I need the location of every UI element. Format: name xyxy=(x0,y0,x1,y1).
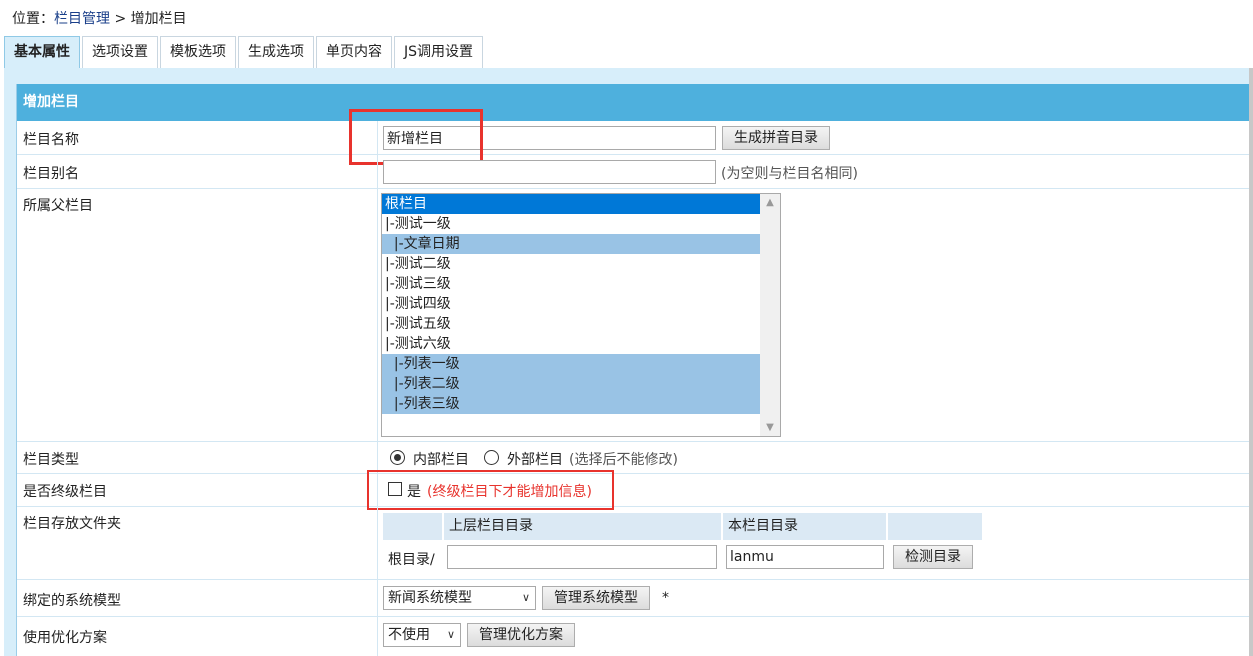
parent-category-option[interactable]: |-列表二级 xyxy=(382,374,760,394)
form-table: 增加栏目 栏目名称 生成拼音目录 栏目别名 (为空则与栏目名相同) 所属父栏目 … xyxy=(16,84,1253,656)
parent-category-option[interactable]: 根栏目 xyxy=(382,194,760,214)
folder-header-self: 本栏目目录 xyxy=(723,513,886,540)
tab-bar: 基本属性 选项设置 模板选项 生成选项 单页内容 JS调用设置 xyxy=(4,36,485,70)
listbox-scrollbar[interactable]: ▲ ▼ xyxy=(760,194,780,436)
parent-category-option[interactable]: |-测试四级 xyxy=(382,294,760,314)
category-folder-label: 栏目存放文件夹 xyxy=(23,516,121,532)
parent-category-option[interactable]: |-测试六级 xyxy=(382,334,760,354)
parent-dir-input[interactable] xyxy=(447,545,717,569)
panel-title: 增加栏目 xyxy=(17,84,1253,121)
form-panel: 增加栏目 栏目名称 生成拼音目录 栏目别名 (为空则与栏目名相同) 所属父栏目 … xyxy=(4,68,1253,656)
breadcrumb-prefix: 位置： xyxy=(12,11,54,27)
system-model-select[interactable]: 新闻系统模型 ∨ xyxy=(383,586,536,610)
system-model-selected: 新闻系统模型 xyxy=(388,590,472,606)
row-final-category: 是否终级栏目 是 (终级栏目下才能增加信息) xyxy=(17,470,1253,510)
category-alias-input[interactable] xyxy=(383,160,716,184)
check-dir-button[interactable]: 检测目录 xyxy=(893,545,973,569)
row-category-type: 栏目类型 内部栏目 外部栏目 (选择后不能修改) xyxy=(17,442,1253,474)
scroll-up-icon[interactable]: ▲ xyxy=(760,194,780,211)
tab-generate-options[interactable]: 生成选项 xyxy=(238,36,314,68)
row-parent-category: 所属父栏目 根栏目 |-测试一级 |-文章日期 |-测试二级 |-测试三级 |-测试四级… xyxy=(17,189,1253,442)
row-optimize-plan: 使用优化方案 不使用 ∨ 管理优化方案 xyxy=(17,617,1253,656)
parent-category-option[interactable]: |-测试五级 xyxy=(382,314,760,334)
category-alias-label: 栏目别名 xyxy=(23,166,79,182)
parent-category-option[interactable]: |-测试三级 xyxy=(382,274,760,294)
root-dir-prefix: 根目录/ xyxy=(388,552,435,568)
row-category-name: 栏目名称 生成拼音目录 xyxy=(17,109,1253,165)
category-name-label: 栏目名称 xyxy=(23,132,79,148)
page-scrollbar[interactable] xyxy=(1249,68,1253,656)
highlight-box-final xyxy=(367,470,614,510)
folder-header-blank-right xyxy=(888,513,982,540)
optimize-plan-selected: 不使用 xyxy=(388,627,430,643)
category-type-label: 栏目类型 xyxy=(23,452,79,468)
parent-category-option[interactable]: |-列表三级 xyxy=(382,394,760,414)
optimize-plan-select[interactable]: 不使用 ∨ xyxy=(383,623,461,647)
manage-optimize-plan-button[interactable]: 管理优化方案 xyxy=(467,623,575,647)
tab-js-call-settings[interactable]: JS调用设置 xyxy=(394,36,484,68)
row-category-folder: 栏目存放文件夹 上层栏目目录 本栏目目录 根目录/ 检测目录 xyxy=(17,507,1253,580)
row-system-model: 绑定的系统模型 新闻系统模型 ∨ 管理系统模型 * xyxy=(17,580,1253,617)
generate-pinyin-dir-button[interactable]: 生成拼音目录 xyxy=(722,126,830,150)
optimize-plan-label: 使用优化方案 xyxy=(23,630,107,646)
required-mark: * xyxy=(662,590,669,606)
category-alias-hint: (为空则与栏目名相同) xyxy=(721,166,858,182)
parent-category-option[interactable]: |-测试二级 xyxy=(382,254,760,274)
category-dir-input[interactable] xyxy=(726,545,884,569)
tab-single-page-content[interactable]: 单页内容 xyxy=(316,36,392,68)
radio-external-category[interactable] xyxy=(484,450,499,465)
tab-template-options[interactable]: 模板选项 xyxy=(160,36,236,68)
breadcrumb-separator: > xyxy=(110,11,131,27)
radio-internal-category[interactable] xyxy=(390,450,405,465)
parent-category-option[interactable]: |-测试一级 xyxy=(382,214,760,234)
system-model-label: 绑定的系统模型 xyxy=(23,593,121,609)
breadcrumb-current: 增加栏目 xyxy=(130,11,187,27)
parent-category-option[interactable]: |-文章日期 xyxy=(382,234,760,254)
breadcrumb: 位置：栏目管理 > 增加栏目 xyxy=(12,8,187,28)
parent-category-listbox[interactable]: 根栏目 |-测试一级 |-文章日期 |-测试二级 |-测试三级 |-测试四级 |-测试五级… xyxy=(381,193,781,437)
row-category-alias: 栏目别名 (为空则与栏目名相同) xyxy=(17,155,1253,189)
category-type-hint: (选择后不能修改) xyxy=(569,452,678,468)
final-category-label: 是否终级栏目 xyxy=(23,484,107,500)
tab-option-settings[interactable]: 选项设置 xyxy=(82,36,158,68)
chevron-down-icon: ∨ xyxy=(446,628,455,641)
parent-category-option[interactable]: |-列表一级 xyxy=(382,354,760,374)
radio-external-label: 外部栏目 xyxy=(507,452,563,468)
chevron-down-icon: ∨ xyxy=(521,591,530,604)
breadcrumb-section-link[interactable]: 栏目管理 xyxy=(54,11,110,27)
manage-system-model-button[interactable]: 管理系统模型 xyxy=(542,586,650,610)
folder-header-parent: 上层栏目目录 xyxy=(444,513,721,540)
parent-category-label: 所属父栏目 xyxy=(23,198,93,214)
radio-internal-label: 内部栏目 xyxy=(413,452,469,468)
folder-header-blank xyxy=(383,513,442,540)
scroll-down-icon[interactable]: ▼ xyxy=(760,419,780,436)
tab-basic-properties[interactable]: 基本属性 xyxy=(4,36,80,70)
